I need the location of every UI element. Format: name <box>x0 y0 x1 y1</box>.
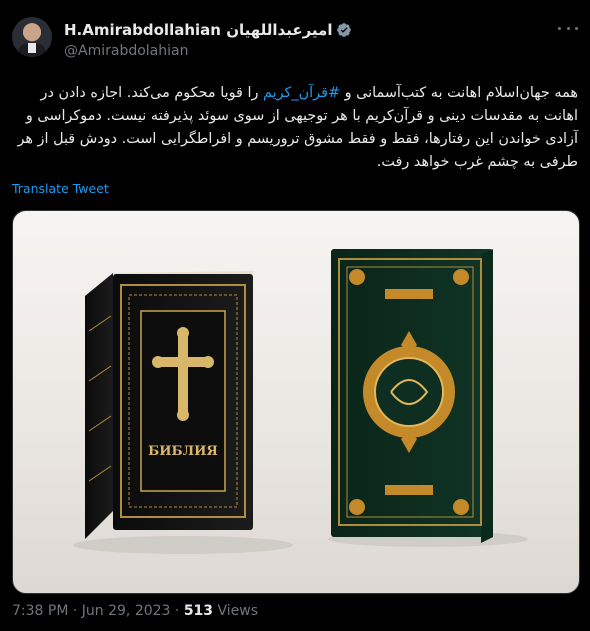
views-label: Views <box>213 603 259 619</box>
more-options-icon[interactable] <box>558 18 578 38</box>
author-name[interactable]: H.Amirabdollahian امیرعبداللهیان <box>64 21 332 39</box>
books-illustration: БИБЛИЯ <box>73 249 528 554</box>
more-dot <box>575 26 578 30</box>
views-count: 513 <box>183 603 214 619</box>
tweet-media-image[interactable]: БИБЛИЯ <box>12 210 580 594</box>
author-name-row: H.Amirabdollahian امیرعبداللهیان <box>64 21 352 39</box>
more-dot <box>558 26 561 30</box>
more-dot <box>566 26 570 30</box>
avatar-collar <box>28 43 36 53</box>
tweet-text-part: همه جهان‌اسلام اهانت به کتب‌آسمانی و <box>340 85 578 101</box>
separator: · <box>170 603 184 619</box>
tweet-date[interactable]: Jun 29, 2023 <box>82 603 171 619</box>
verified-badge-icon <box>337 23 352 37</box>
avatar[interactable] <box>12 17 52 57</box>
tweet-text: همه جهان‌اسلام اهانت به کتب‌آسمانی و #قر… <box>12 82 578 174</box>
tweet-meta: 7:38 PM · Jun 29, 2023 · 513 Views <box>12 603 258 619</box>
tweet-time[interactable]: 7:38 PM <box>12 603 68 619</box>
separator: · <box>68 603 82 619</box>
author-handle[interactable]: @Amirabdolahian <box>64 43 188 59</box>
bible-title: БИБЛИЯ <box>148 444 218 459</box>
hashtag-link[interactable]: #قرآن_کریم <box>263 85 340 101</box>
translate-tweet-link[interactable]: Translate Tweet <box>12 181 109 196</box>
